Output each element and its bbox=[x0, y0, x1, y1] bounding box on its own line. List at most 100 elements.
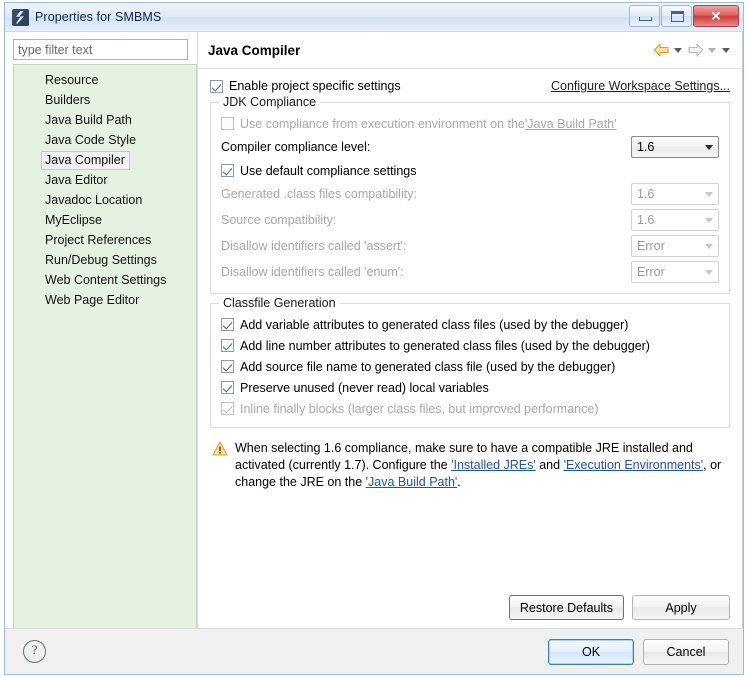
close-icon: ✕ bbox=[710, 8, 722, 24]
sidebar-item-java-code-style[interactable]: Java Code Style bbox=[14, 130, 196, 150]
settings-sidebar: Resource Builders Java Build Path Java C… bbox=[5, 32, 197, 628]
preserve-unused-locals-row: Preserve unused (never read) local varia… bbox=[221, 377, 719, 398]
minimize-icon bbox=[639, 17, 652, 21]
page-title: Java Compiler bbox=[208, 42, 301, 58]
add-variable-attributes-checkbox[interactable] bbox=[221, 318, 234, 331]
source-compat-select: 1.6 bbox=[631, 209, 719, 231]
warning-icon bbox=[212, 441, 228, 456]
enable-project-specific-row: Enable project specific settings Configu… bbox=[210, 75, 730, 97]
sidebar-item-myeclipse[interactable]: MyEclipse bbox=[14, 210, 196, 230]
sidebar-item-javadoc-location[interactable]: Javadoc Location bbox=[14, 190, 196, 210]
sidebar-item-label: Web Page Editor bbox=[45, 293, 140, 307]
forward-arrow-icon bbox=[687, 43, 704, 57]
minimize-button[interactable] bbox=[629, 5, 660, 27]
enable-project-specific-checkbox[interactable] bbox=[210, 79, 223, 93]
disallow-assert-select: Error bbox=[631, 235, 719, 257]
generated-class-compat-row: Generated .class files compatibility: 1.… bbox=[221, 181, 719, 207]
sidebar-item-label: Project References bbox=[45, 233, 152, 247]
maximize-button[interactable] bbox=[661, 5, 692, 27]
add-source-file-name-label: Add source file name to generated class … bbox=[240, 359, 616, 374]
title-bar: Properties for SMBMS ✕ bbox=[5, 3, 743, 32]
sidebar-item-label: Java Code Style bbox=[45, 133, 137, 147]
ok-button[interactable]: OK bbox=[548, 638, 634, 665]
properties-dialog: Properties for SMBMS ✕ Resource Builders bbox=[4, 2, 744, 675]
sidebar-item-java-build-path[interactable]: Java Build Path bbox=[14, 110, 196, 130]
sidebar-item-java-compiler[interactable]: Java Compiler bbox=[14, 150, 196, 170]
apply-button[interactable]: Apply bbox=[632, 595, 730, 620]
disallow-enum-row: Disallow identifiers called 'enum': Erro… bbox=[221, 259, 719, 285]
chevron-down-icon bbox=[705, 217, 713, 223]
forward-history-chevron-down-icon bbox=[707, 45, 718, 56]
use-default-compliance-checkbox[interactable] bbox=[221, 164, 234, 177]
back-arrow-icon[interactable] bbox=[653, 43, 670, 57]
use-default-compliance-label: Use default compliance settings bbox=[240, 163, 417, 178]
sidebar-item-label: Resource bbox=[45, 73, 99, 87]
help-icon[interactable]: ? bbox=[23, 640, 46, 663]
cancel-button[interactable]: Cancel bbox=[643, 638, 729, 665]
sidebar-item-web-content-settings[interactable]: Web Content Settings bbox=[14, 270, 196, 290]
sidebar-item-java-editor[interactable]: Java Editor bbox=[14, 170, 196, 190]
disallow-enum-label: Disallow identifiers called 'enum': bbox=[221, 265, 404, 279]
sidebar-item-project-references[interactable]: Project References bbox=[14, 230, 196, 250]
sidebar-item-builders[interactable]: Builders bbox=[14, 90, 196, 110]
add-variable-attributes-row: Add variable attributes to generated cla… bbox=[221, 314, 719, 335]
maximize-icon bbox=[671, 11, 684, 22]
window-controls: ✕ bbox=[629, 5, 739, 27]
use-default-compliance-row: Use default compliance settings bbox=[221, 160, 719, 181]
chevron-down-icon bbox=[705, 191, 713, 197]
java-build-path-link[interactable]: 'Java Build Path' bbox=[366, 475, 458, 489]
disallow-enum-value: Error bbox=[637, 265, 665, 279]
compiler-compliance-level-row: Compiler compliance level: 1.6 bbox=[221, 134, 719, 160]
preserve-unused-locals-checkbox[interactable] bbox=[221, 381, 234, 394]
jdk-compliance-title: JDK Compliance bbox=[219, 95, 321, 109]
installed-jres-link[interactable]: 'Installed JREs' bbox=[451, 458, 536, 472]
settings-tree: Resource Builders Java Build Path Java C… bbox=[13, 64, 197, 628]
generated-class-compat-select: 1.6 bbox=[631, 183, 719, 205]
sidebar-item-label: MyEclipse bbox=[45, 213, 102, 227]
view-menu-chevron-down-icon[interactable] bbox=[721, 45, 732, 56]
chevron-down-icon bbox=[705, 243, 713, 249]
execution-environments-link[interactable]: 'Execution Environments' bbox=[564, 458, 704, 472]
back-history-chevron-down-icon[interactable] bbox=[673, 45, 684, 56]
generated-class-compat-label: Generated .class files compatibility: bbox=[221, 187, 417, 201]
sidebar-item-run-debug-settings[interactable]: Run/Debug Settings bbox=[14, 250, 196, 270]
disallow-assert-label: Disallow identifiers called 'assert': bbox=[221, 239, 407, 253]
sidebar-item-label: Java Compiler bbox=[41, 151, 130, 170]
page-content: Enable project specific settings Configu… bbox=[198, 69, 742, 595]
add-source-file-name-checkbox[interactable] bbox=[221, 360, 234, 373]
compiler-compliance-level-value: 1.6 bbox=[637, 140, 655, 154]
disallow-assert-row: Disallow identifiers called 'assert': Er… bbox=[221, 233, 719, 259]
classfile-generation-group: Classfile Generation Add variable attrib… bbox=[210, 296, 730, 428]
dialog-body: Resource Builders Java Build Path Java C… bbox=[5, 32, 743, 628]
window-title: Properties for SMBMS bbox=[35, 10, 162, 24]
close-button[interactable]: ✕ bbox=[693, 5, 739, 27]
use-execution-environment-row: Use compliance from execution environmen… bbox=[221, 113, 719, 134]
warning-text-part2: and bbox=[535, 458, 564, 472]
sidebar-item-label: Web Content Settings bbox=[45, 273, 167, 287]
configure-workspace-settings-link[interactable]: Configure Workspace Settings... bbox=[551, 79, 730, 93]
source-compat-value: 1.6 bbox=[637, 213, 655, 227]
restore-defaults-button[interactable]: Restore Defaults bbox=[508, 595, 624, 620]
add-line-number-attributes-checkbox[interactable] bbox=[221, 339, 234, 352]
eclipse-icon bbox=[12, 8, 29, 26]
sidebar-item-resource[interactable]: Resource bbox=[14, 70, 196, 90]
inline-finally-blocks-checkbox bbox=[221, 402, 234, 415]
inline-finally-blocks-row: Inline finally blocks (larger class file… bbox=[221, 398, 719, 419]
source-compat-label: Source compatibility: bbox=[221, 213, 337, 227]
page-action-buttons: Restore Defaults Apply bbox=[198, 595, 742, 628]
sidebar-item-label: Java Build Path bbox=[45, 113, 132, 127]
filter-input[interactable] bbox=[13, 39, 188, 60]
navigation-icons bbox=[653, 43, 732, 57]
compiler-compliance-level-select[interactable]: 1.6 bbox=[631, 136, 719, 158]
preserve-unused-locals-label: Preserve unused (never read) local varia… bbox=[240, 380, 489, 395]
sidebar-item-web-page-editor[interactable]: Web Page Editor bbox=[14, 290, 196, 310]
add-variable-attributes-label: Add variable attributes to generated cla… bbox=[240, 317, 629, 332]
add-line-number-attributes-label: Add line number attributes to generated … bbox=[240, 338, 650, 353]
generated-class-compat-value: 1.6 bbox=[637, 187, 655, 201]
sidebar-item-label: Javadoc Location bbox=[45, 193, 143, 207]
use-execution-environment-checkbox bbox=[221, 117, 234, 130]
java-build-path-link-disabled: 'Java Build Path' bbox=[524, 116, 617, 131]
disallow-enum-select: Error bbox=[631, 261, 719, 283]
dialog-buttons: OK Cancel bbox=[548, 638, 729, 665]
disallow-assert-value: Error bbox=[637, 239, 665, 253]
